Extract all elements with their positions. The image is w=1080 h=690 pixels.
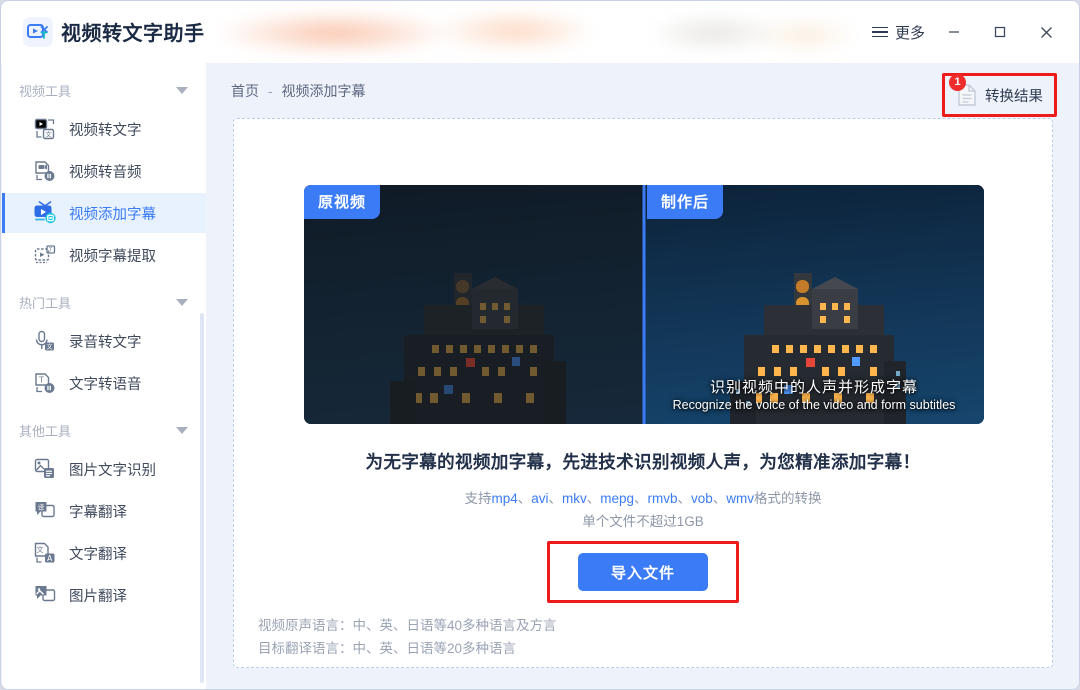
source-language-note: 视频原声语言：中、英、日语等40多种语言及方言 xyxy=(258,614,557,634)
format-vob: vob xyxy=(691,491,713,506)
app-title: 视频转文字助手 xyxy=(61,17,205,46)
document-icon: 1 xyxy=(956,83,978,107)
more-menu-label: 更多 xyxy=(895,22,925,43)
sidebar-item-label: 视频转音频 xyxy=(69,161,142,182)
comparison-divider xyxy=(643,185,646,424)
video-subtitle-overlay: 识别视频中的人声并形成字幕 Recognize the voice of the… xyxy=(644,376,984,412)
subtitle-translate-icon: 译 xyxy=(33,499,57,523)
video-to-audio-icon xyxy=(33,159,57,183)
chevron-down-icon[interactable] xyxy=(176,299,188,306)
format-mkv: mkv xyxy=(562,491,587,506)
breadcrumb-current: 视频添加字幕 xyxy=(281,83,365,99)
svg-text:文: 文 xyxy=(37,545,44,554)
sidebar-item-label: 图片翻译 xyxy=(69,585,127,606)
svg-text:文: 文 xyxy=(46,343,52,351)
status-badge: 1 xyxy=(949,74,966,91)
title-bar: 视频转文字助手 更多 xyxy=(1,1,1080,63)
chevron-down-icon[interactable] xyxy=(176,427,188,434)
app-logo xyxy=(21,15,55,49)
processed-video-pane: 识别视频中的人声并形成字幕 Recognize the voice of the… xyxy=(644,185,984,424)
subtitle-english: Recognize the voice of the video and for… xyxy=(644,398,984,412)
svg-text:译: 译 xyxy=(38,504,45,512)
svg-text:T: T xyxy=(48,248,53,254)
text-to-speech-icon: T xyxy=(33,371,57,395)
sidebar-item-label: 文字转语音 xyxy=(69,373,142,394)
text-translate-icon: 文 A xyxy=(33,541,57,565)
sidebar-item-audio-to-text[interactable]: 文 录音转文字 xyxy=(2,321,206,361)
app-window: 视频转文字助手 更多 视频工具 xyxy=(0,0,1080,690)
more-menu-button[interactable]: 更多 xyxy=(870,12,931,52)
target-language-note: 目标翻译语言：中、英、日语等20多种语言 xyxy=(258,637,516,657)
sidebar-section-label: 其他工具 xyxy=(19,421,71,440)
supported-formats-note: 支持mp4、avi、mkv、mepg、rmvb、vob、wmv格式的转换 xyxy=(234,487,1052,507)
page-headline: 为无字幕的视频加字幕，先进技术识别视频人声，为您精准添加字幕！ xyxy=(234,449,1052,474)
original-video-tag: 原视频 xyxy=(304,185,380,219)
video-comparison-preview: 原视频 xyxy=(304,185,984,424)
sidebar-item-label: 视频转文字 xyxy=(69,119,142,140)
sidebar-section-header-hot-tools[interactable]: 热门工具 xyxy=(2,285,206,319)
format-mepg: mepg xyxy=(600,491,634,506)
original-video-pane: 原视频 xyxy=(304,185,644,424)
sidebar-item-video-to-text[interactable]: 文 视频转文字 xyxy=(2,109,206,149)
drop-zone-panel[interactable]: 原视频 xyxy=(233,118,1053,668)
sidebar-item-subtitle-translate[interactable]: 译 字幕翻译 xyxy=(2,491,206,531)
sidebar-item-label: 字幕翻译 xyxy=(69,501,127,522)
hamburger-icon xyxy=(872,27,888,38)
image-translate-icon xyxy=(33,583,57,607)
import-file-button[interactable]: 导入文件 xyxy=(578,553,708,591)
minimize-icon[interactable] xyxy=(931,12,977,52)
video-convert-logo-icon xyxy=(23,17,53,47)
video-to-text-icon: 文 xyxy=(33,117,57,141)
image-ocr-icon xyxy=(33,457,57,481)
sidebar-item-video-add-subtitle[interactable]: 视频添加字幕 xyxy=(2,193,206,233)
sidebar-section-label: 视频工具 xyxy=(19,81,71,100)
sidebar-section-header-video-tools[interactable]: 视频工具 xyxy=(2,73,206,107)
video-subtitle-extract-icon: T xyxy=(33,243,57,267)
format-avi: avi xyxy=(531,491,548,506)
subtitle-chinese: 识别视频中的人声并形成字幕 xyxy=(644,376,984,397)
sidebar-item-image-translate[interactable]: 图片翻译 xyxy=(2,575,206,615)
window-controls: 更多 xyxy=(870,1,1069,63)
sidebar-item-text-translate[interactable]: 文 A 文字翻译 xyxy=(2,533,206,573)
promo-banner-blurred xyxy=(215,9,855,57)
audio-to-text-icon: 文 xyxy=(33,329,57,353)
sidebar-section-header-other-tools[interactable]: 其他工具 xyxy=(2,413,206,447)
svg-text:T: T xyxy=(38,375,44,384)
sidebar-item-video-to-audio[interactable]: 视频转音频 xyxy=(2,151,206,191)
file-size-note: 单个文件不超过1GB xyxy=(234,510,1052,530)
sidebar-item-label: 文字翻译 xyxy=(69,543,127,564)
svg-text:A: A xyxy=(47,554,53,563)
format-rmvb: rmvb xyxy=(648,491,678,506)
sidebar-item-label: 视频字幕提取 xyxy=(69,245,156,266)
format-mp4: mp4 xyxy=(491,491,517,506)
breadcrumb-separator: - xyxy=(268,83,273,99)
conversion-results-button[interactable]: 1 转换结果 xyxy=(942,73,1057,117)
sidebar-section-label: 热门工具 xyxy=(19,293,71,312)
sidebar-item-image-ocr[interactable]: 图片文字识别 xyxy=(2,449,206,489)
sidebar-scrollbar[interactable] xyxy=(200,313,204,683)
svg-text:文: 文 xyxy=(45,129,52,138)
breadcrumb: 首页 - 视频添加字幕 xyxy=(231,81,365,101)
building-silhouette-left xyxy=(304,185,644,424)
conversion-results-label: 转换结果 xyxy=(985,85,1043,106)
video-add-subtitle-icon xyxy=(33,201,57,225)
sidebar-item-text-to-speech[interactable]: T 文字转语音 xyxy=(2,363,206,403)
breadcrumb-home[interactable]: 首页 xyxy=(231,83,259,99)
processed-video-tag: 制作后 xyxy=(647,185,723,219)
sidebar-item-label: 图片文字识别 xyxy=(69,459,156,480)
import-button-highlight: 导入文件 xyxy=(547,541,739,603)
close-icon[interactable] xyxy=(1023,12,1069,52)
sidebar-item-video-subtitle-extract[interactable]: T 视频字幕提取 xyxy=(2,235,206,275)
format-wmv: wmv xyxy=(726,491,754,506)
main-content: 首页 - 视频添加字幕 1 转换结果 xyxy=(206,63,1080,690)
sidebar-item-label: 视频添加字幕 xyxy=(69,203,156,224)
maximize-icon[interactable] xyxy=(977,12,1023,52)
chevron-down-icon[interactable] xyxy=(176,87,188,94)
sidebar-item-label: 录音转文字 xyxy=(69,331,142,352)
sidebar: 视频工具 文 视频转文字 xyxy=(2,63,206,690)
